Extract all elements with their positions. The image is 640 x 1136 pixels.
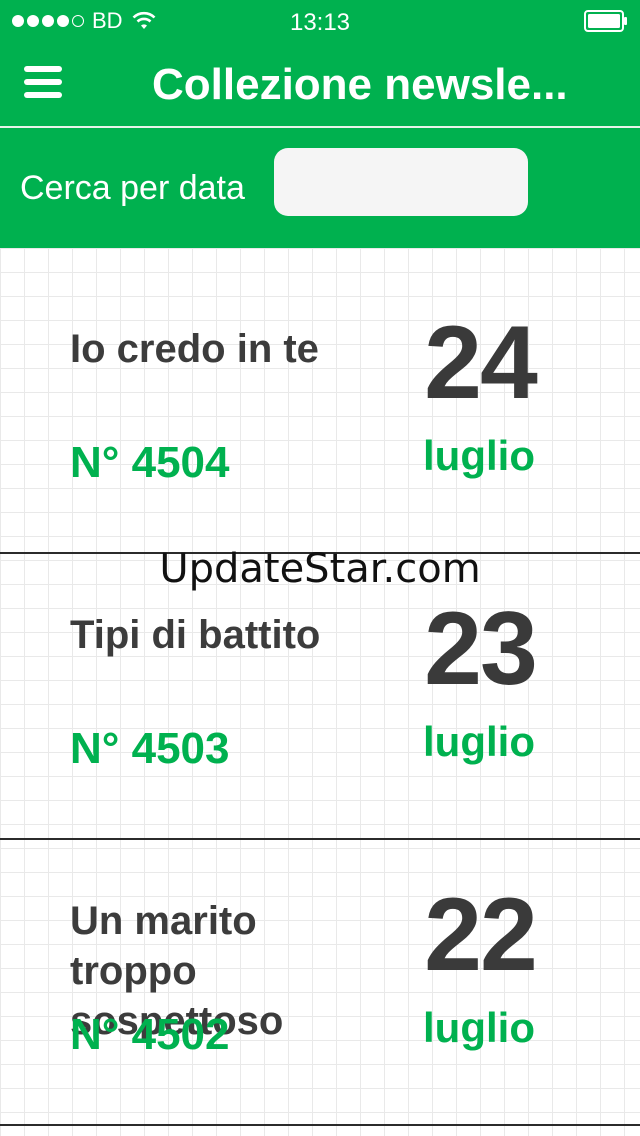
hamburger-menu-icon[interactable]	[24, 66, 66, 102]
newsletter-month: luglio	[423, 1004, 535, 1051]
menu-bar-line	[24, 66, 62, 72]
newsletter-month: luglio	[423, 718, 535, 765]
newsletter-item[interactable]: Tipi di battito N° 4503 23 luglio	[0, 554, 640, 840]
newsletter-month: luglio	[423, 432, 535, 479]
newsletter-day: 23	[424, 591, 538, 707]
status-time: 13:13	[289, 9, 351, 36]
search-bar: Cerca per data	[0, 128, 640, 248]
newsletter-item[interactable]: Io credo in te N° 4504 24 luglio	[0, 268, 640, 554]
newsletter-day: 24	[424, 305, 538, 421]
status-bar: BD 13:13	[0, 0, 640, 44]
battery-icon	[584, 10, 627, 32]
navigation-bar: Collezione newsle...	[0, 44, 640, 128]
date-search-input[interactable]	[274, 148, 528, 216]
newsletter-day: 22	[424, 877, 538, 993]
newsletter-title: Io credo in te	[70, 327, 319, 371]
newsletter-list: Io credo in te N° 4504 24 luglio Tipi di…	[0, 248, 640, 1136]
newsletter-item[interactable]: Un marito troppo sospettoso N° 4502 22 l…	[0, 840, 640, 1126]
page-title: Collezione newsle...	[152, 60, 568, 109]
search-label: Cerca per data	[20, 169, 245, 207]
menu-bar-line	[24, 79, 62, 85]
menu-bar-line	[24, 92, 62, 98]
newsletter-number: N° 4502	[70, 1010, 230, 1059]
newsletter-number: N° 4503	[70, 724, 230, 773]
newsletter-number: N° 4504	[70, 438, 230, 487]
newsletter-title: Tipi di battito	[70, 613, 321, 657]
